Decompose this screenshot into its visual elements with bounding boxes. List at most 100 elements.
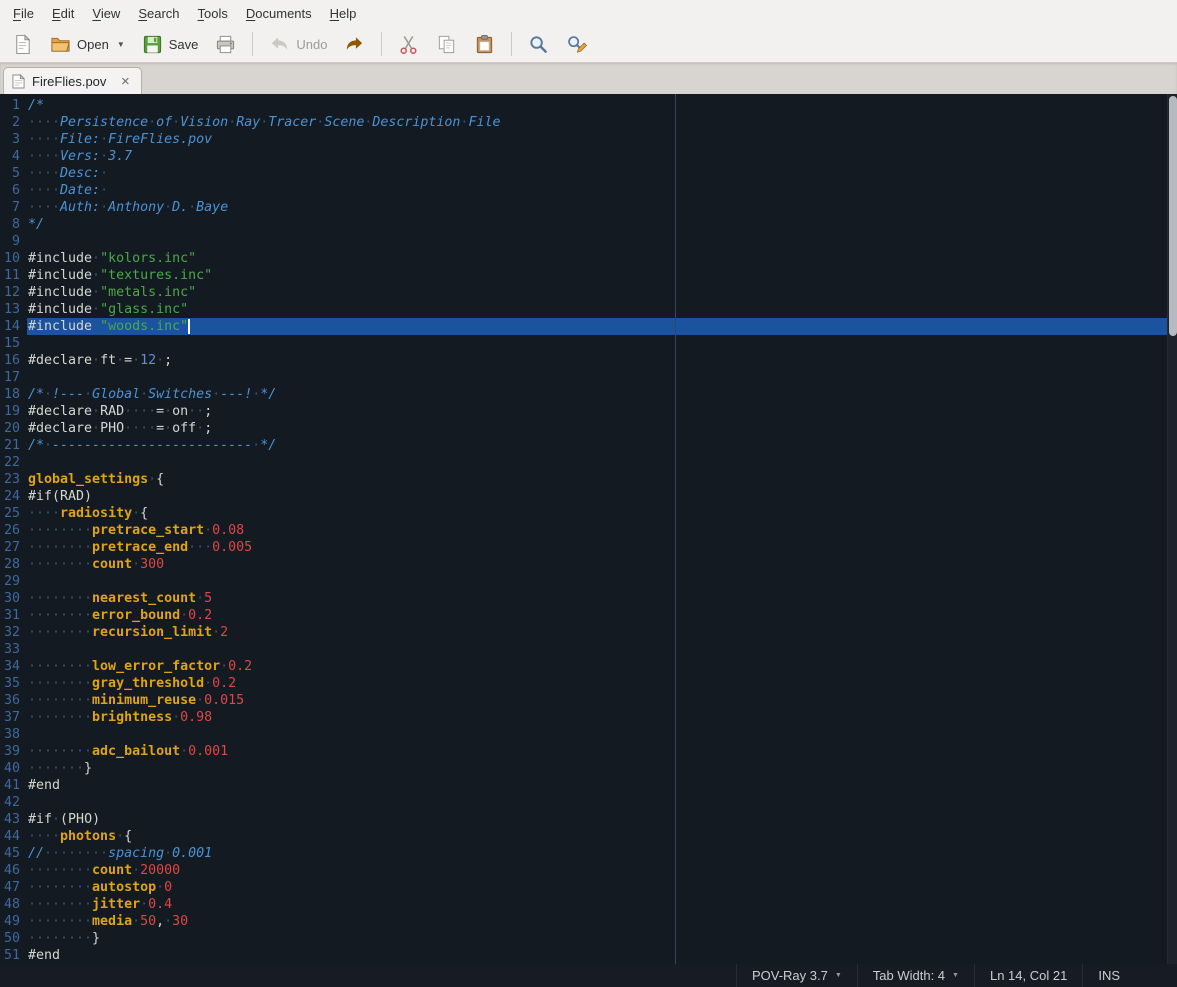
- cut-button[interactable]: [391, 30, 426, 59]
- code-line-23[interactable]: 23global_settings·{: [0, 471, 1177, 488]
- code-line-4[interactable]: 4····Vers:·3.7: [0, 148, 1177, 165]
- line-number: 12: [0, 284, 27, 301]
- code-line-31[interactable]: 31········error_bound·0.2: [0, 607, 1177, 624]
- code-line-51[interactable]: 51#end: [0, 947, 1177, 964]
- undo-button[interactable]: Undo: [262, 30, 334, 59]
- line-number: 9: [0, 233, 27, 250]
- line-number: 13: [0, 301, 27, 318]
- code-line-28[interactable]: 28········count·300: [0, 556, 1177, 573]
- code-line-35[interactable]: 35········gray_threshold·0.2: [0, 675, 1177, 692]
- code-line-41[interactable]: 41#end: [0, 777, 1177, 794]
- menu-documents[interactable]: Documents: [237, 2, 321, 25]
- code-line-36[interactable]: 36········minimum_reuse·0.015: [0, 692, 1177, 709]
- code-line-46[interactable]: 46········count·20000: [0, 862, 1177, 879]
- line-content: #declare·PHO····=·off·;: [27, 420, 1177, 437]
- code-line-25[interactable]: 25····radiosity·{: [0, 505, 1177, 522]
- code-line-9[interactable]: 9: [0, 233, 1177, 250]
- code-line-2[interactable]: 2····Persistence·of·Vision·Ray·Tracer·Sc…: [0, 114, 1177, 131]
- find-replace-button[interactable]: [559, 30, 594, 59]
- code-line-11[interactable]: 11#include·"textures.inc": [0, 267, 1177, 284]
- code-line-20[interactable]: 20#declare·PHO····=·off·;: [0, 420, 1177, 437]
- undo-icon: [269, 34, 290, 55]
- menu-file[interactable]: File: [4, 2, 43, 25]
- line-number: 11: [0, 267, 27, 284]
- code-line-27[interactable]: 27········pretrace_end···0.005: [0, 539, 1177, 556]
- line-content: [27, 335, 1177, 352]
- find-button[interactable]: [521, 30, 556, 59]
- code-line-32[interactable]: 32········recursion_limit·2: [0, 624, 1177, 641]
- menu-view[interactable]: View: [83, 2, 129, 25]
- code-line-26[interactable]: 26········pretrace_start·0.08: [0, 522, 1177, 539]
- paste-button[interactable]: [467, 30, 502, 59]
- line-content: ········count·20000: [27, 862, 1177, 879]
- code-line-17[interactable]: 17: [0, 369, 1177, 386]
- code-line-24[interactable]: 24#if(RAD): [0, 488, 1177, 505]
- code-line-50[interactable]: 50········}: [0, 930, 1177, 947]
- code-line-5[interactable]: 5····Desc:·: [0, 165, 1177, 182]
- code-line-21[interactable]: 21/*·-------------------------·*/: [0, 437, 1177, 454]
- code-line-14[interactable]: 14#include·"woods.inc": [0, 318, 1177, 335]
- new-document-button[interactable]: [5, 30, 40, 59]
- code-line-30[interactable]: 30········nearest_count·5: [0, 590, 1177, 607]
- code-line-48[interactable]: 48········jitter·0.4: [0, 896, 1177, 913]
- dropdown-arrow-icon: ▼: [952, 972, 959, 979]
- code-line-42[interactable]: 42: [0, 794, 1177, 811]
- save-button[interactable]: Save: [135, 30, 206, 59]
- code-line-16[interactable]: 16#declare·ft·=·12·;: [0, 352, 1177, 369]
- code-line-44[interactable]: 44····photons·{: [0, 828, 1177, 845]
- open-button[interactable]: Open▼: [43, 30, 132, 59]
- code-line-12[interactable]: 12#include·"metals.inc": [0, 284, 1177, 301]
- code-line-29[interactable]: 29: [0, 573, 1177, 590]
- code-line-6[interactable]: 6····Date:·: [0, 182, 1177, 199]
- line-content: ········recursion_limit·2: [27, 624, 1177, 641]
- menu-tools[interactable]: Tools: [189, 2, 237, 25]
- close-icon[interactable]: ×: [117, 73, 133, 89]
- line-content: [27, 369, 1177, 386]
- dropdown-arrow-icon[interactable]: ▼: [117, 40, 125, 49]
- toolbar-separator: [381, 32, 382, 56]
- tab-fireflies-pov[interactable]: FireFlies.pov ×: [3, 67, 142, 94]
- line-content: */: [27, 216, 1177, 233]
- code-line-45[interactable]: 45//········spacing·0.001: [0, 845, 1177, 862]
- line-content: #include·"glass.inc": [27, 301, 1177, 318]
- redo-button[interactable]: [337, 30, 372, 59]
- copy-button[interactable]: [429, 30, 464, 59]
- code-line-18[interactable]: 18/*·!---·Global·Switches·---!·*/: [0, 386, 1177, 403]
- code-line-49[interactable]: 49········media·50,·30: [0, 913, 1177, 930]
- line-content: ·······}: [27, 760, 1177, 777]
- code-line-34[interactable]: 34········low_error_factor·0.2: [0, 658, 1177, 675]
- print-button[interactable]: [208, 30, 243, 59]
- code-line-33[interactable]: 33: [0, 641, 1177, 658]
- code-line-40[interactable]: 40·······}: [0, 760, 1177, 777]
- code-line-22[interactable]: 22: [0, 454, 1177, 471]
- line-content: #include·"textures.inc": [27, 267, 1177, 284]
- language-selector[interactable]: POV-Ray 3.7▼: [736, 964, 857, 987]
- code-line-39[interactable]: 39········adc_bailout·0.001: [0, 743, 1177, 760]
- redo-icon: [344, 34, 365, 55]
- code-line-43[interactable]: 43#if·(PHO): [0, 811, 1177, 828]
- code-line-1[interactable]: 1/*: [0, 97, 1177, 114]
- code-line-15[interactable]: 15: [0, 335, 1177, 352]
- code-line-19[interactable]: 19#declare·RAD····=·on··;: [0, 403, 1177, 420]
- menu-help[interactable]: Help: [321, 2, 366, 25]
- menu-edit[interactable]: Edit: [43, 2, 83, 25]
- code-line-3[interactable]: 3····File:·FireFlies.pov: [0, 131, 1177, 148]
- editor[interactable]: 1/*2····Persistence·of·Vision·Ray·Tracer…: [0, 94, 1177, 964]
- vertical-scrollbar[interactable]: [1167, 94, 1177, 964]
- line-content: ········jitter·0.4: [27, 896, 1177, 913]
- code-line-13[interactable]: 13#include·"glass.inc": [0, 301, 1177, 318]
- code-line-37[interactable]: 37········brightness·0.98: [0, 709, 1177, 726]
- code-line-7[interactable]: 7····Auth:·Anthony·D.·Baye: [0, 199, 1177, 216]
- code-line-10[interactable]: 10#include·"kolors.inc": [0, 250, 1177, 267]
- code-line-38[interactable]: 38: [0, 726, 1177, 743]
- line-content: ····File:·FireFlies.pov: [27, 131, 1177, 148]
- code-line-8[interactable]: 8*/: [0, 216, 1177, 233]
- scrollbar-thumb[interactable]: [1169, 96, 1177, 336]
- menu-search[interactable]: Search: [129, 2, 188, 25]
- save-label: Save: [169, 37, 199, 52]
- undo-label: Undo: [296, 37, 327, 52]
- line-number: 40: [0, 760, 27, 777]
- tab-width-selector[interactable]: Tab Width: 4▼: [857, 964, 974, 987]
- line-content: #declare·ft·=·12·;: [27, 352, 1177, 369]
- code-line-47[interactable]: 47········autostop·0: [0, 879, 1177, 896]
